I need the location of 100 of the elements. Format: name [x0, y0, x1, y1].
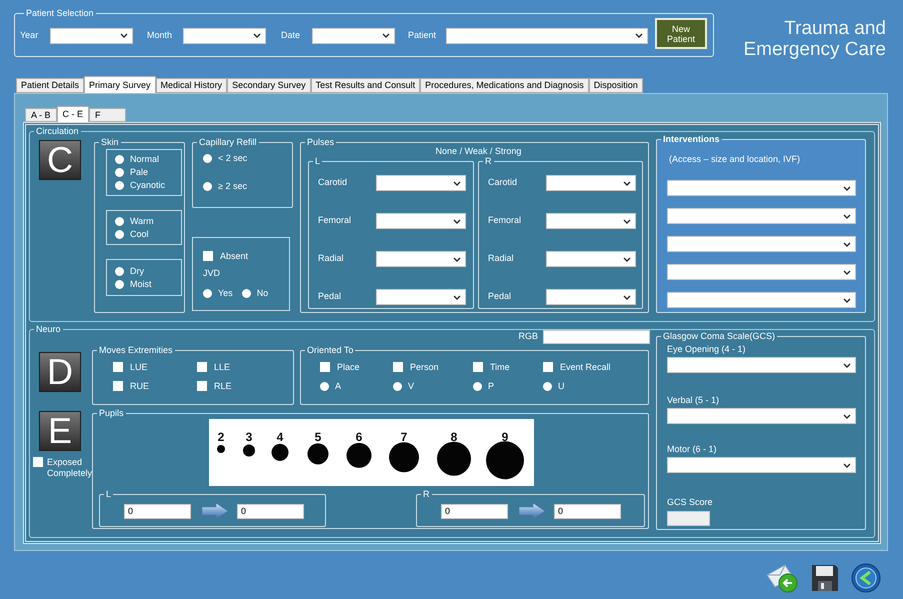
text-field[interactable] [543, 330, 650, 344]
tab[interactable]: Secondary Survey [227, 78, 311, 93]
radio-button[interactable] [115, 181, 124, 190]
checkbox[interactable] [543, 362, 553, 372]
dropdown[interactable] [50, 28, 133, 44]
radio-button[interactable] [203, 154, 212, 162]
text-field[interactable]: 0 [554, 504, 621, 518]
checkbox[interactable] [197, 362, 207, 372]
tab[interactable]: Medical History [156, 78, 228, 93]
dropdown[interactable] [376, 213, 466, 229]
radio-button[interactable] [115, 168, 124, 177]
radio-button[interactable] [115, 216, 124, 226]
scale-number: 8 [450, 430, 458, 444]
checkbox-label: Person [410, 362, 439, 372]
checkbox[interactable] [113, 362, 123, 372]
checkbox[interactable] [393, 362, 403, 372]
radio-button[interactable] [115, 230, 124, 238]
dropdown[interactable] [376, 251, 466, 267]
field-label: Eye Opening (4 - 1) [667, 344, 746, 355]
dropdown[interactable] [667, 180, 856, 196]
dropdown[interactable] [376, 175, 466, 191]
dropdown[interactable] [183, 28, 266, 44]
scale-number: 2 [218, 430, 224, 444]
radio-label: A [335, 380, 342, 392]
dropdown[interactable] [376, 289, 466, 305]
dropdown[interactable] [446, 28, 648, 44]
dropdown[interactable] [546, 251, 636, 267]
radio-button[interactable] [473, 382, 482, 390]
radio-label: Dry [130, 266, 144, 276]
dropdown[interactable] [667, 457, 856, 473]
tab[interactable]: Procedures, Medications and Diagnosis [420, 78, 589, 93]
checkbox[interactable] [473, 362, 483, 372]
checkbox[interactable] [203, 251, 213, 261]
field-label: Radial [488, 252, 515, 266]
radio-button[interactable] [242, 288, 251, 298]
radio-button[interactable] [393, 382, 402, 390]
caret-icon [623, 180, 631, 186]
pupil-size-dot [217, 445, 225, 453]
scale-number: 7 [400, 430, 408, 444]
dropdown[interactable] [546, 175, 636, 191]
group-label: Patient Selection [25, 8, 95, 19]
dropdown[interactable] [667, 292, 856, 308]
caret-icon [843, 414, 851, 418]
dropdown[interactable] [546, 289, 636, 305]
field-label: GCS Score [667, 497, 713, 508]
text-field[interactable]: 0 [124, 504, 191, 518]
radio-button[interactable] [115, 155, 124, 164]
envelope-arrow-icon[interactable] [765, 563, 799, 593]
group-label: Oriented To [306, 345, 354, 356]
radio-label: Normal [130, 154, 160, 165]
radio-label: V [408, 380, 414, 392]
field-label: Carotid [488, 176, 518, 190]
text-field[interactable]: 0 [441, 504, 508, 518]
caret-icon [843, 298, 851, 302]
hint-text: (Access – size and location, IVF) [669, 154, 800, 164]
dropdown[interactable] [667, 357, 856, 373]
dropdown[interactable] [312, 28, 395, 44]
checkbox[interactable] [197, 381, 207, 391]
scale-number: 3 [246, 430, 252, 444]
checkbox[interactable] [320, 362, 330, 372]
pupil-size-dot [389, 442, 419, 472]
back-icon[interactable] [851, 563, 881, 593]
caret-icon [843, 270, 851, 274]
new-patient-button[interactable]: New Patient [655, 18, 707, 49]
pupil-size-dot [437, 442, 471, 476]
checkbox[interactable] [113, 381, 123, 391]
checkbox-label: Place [337, 362, 360, 372]
tab[interactable]: Patient Details [16, 78, 84, 93]
checkbox-label: RUE [130, 380, 150, 392]
radio-button[interactable] [115, 266, 124, 276]
radio-label: Pale [130, 167, 148, 178]
tab[interactable]: Test Results and Consult [310, 78, 420, 93]
radio-button[interactable] [203, 288, 212, 298]
scale-number: 6 [356, 430, 362, 444]
dropdown[interactable] [546, 213, 636, 229]
radio-button[interactable] [320, 382, 329, 390]
field-label: Month [147, 28, 174, 42]
tab[interactable]: C - E [56, 106, 90, 122]
tab[interactable]: A - B [25, 108, 57, 122]
field-label: Radial [318, 252, 345, 266]
save-icon[interactable] [811, 564, 839, 592]
radio-button[interactable] [543, 382, 552, 390]
dropdown[interactable] [667, 264, 856, 280]
checkbox[interactable] [33, 457, 43, 467]
checkbox-label: Time [490, 362, 510, 372]
caret-icon [635, 33, 643, 38]
dropdown[interactable] [667, 208, 856, 224]
text-field[interactable]: 0 [237, 504, 304, 518]
dropdown[interactable] [667, 236, 856, 252]
tab[interactable]: Primary Survey [84, 76, 156, 93]
radio-label: No [256, 288, 268, 298]
pupil-size-dot [486, 441, 524, 480]
tab[interactable]: F [89, 108, 126, 122]
app-title: Trauma and Emergency Care [742, 18, 886, 60]
field-label: RGB [518, 330, 538, 344]
radio-button[interactable] [115, 280, 124, 288]
dropdown[interactable] [667, 408, 856, 424]
radio-button[interactable] [203, 182, 212, 190]
caret-icon [453, 294, 461, 300]
tab[interactable]: Disposition [588, 78, 643, 93]
